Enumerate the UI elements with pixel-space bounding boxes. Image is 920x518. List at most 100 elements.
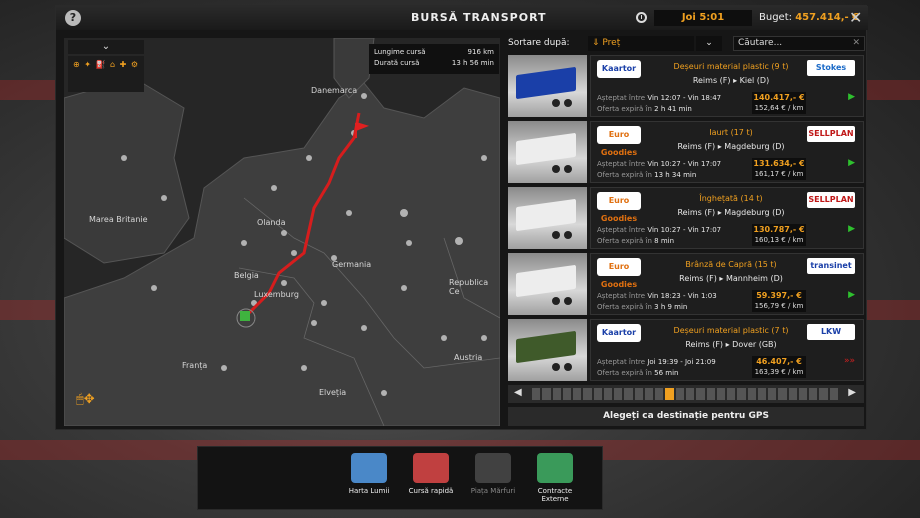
pager-cell[interactable] [788, 388, 797, 400]
price-per-km: 156,79 € / km [754, 302, 804, 310]
job-price: 130.787,- € 160,13 € / km [752, 224, 806, 246]
freight-window: ? BURSĂ TRANSPORT Joi 5:01 Buget: 457.41… [55, 5, 868, 430]
job-price: 59.397,- € 156,79 € / km [752, 290, 806, 312]
delivery-window: Vin 12:07 - Vin 18:47 [647, 94, 722, 102]
close-icon[interactable]: ✕ [849, 8, 862, 27]
pager-prev-icon[interactable]: ◀ [514, 387, 522, 398]
origin: Reims (F) [685, 340, 724, 349]
pager-cell[interactable] [603, 388, 613, 400]
pager-cell[interactable] [747, 388, 756, 400]
search-input[interactable]: Căutare... ✕ [733, 36, 865, 51]
expires-label: Oferta expiră în [597, 105, 652, 113]
dock-item[interactable]: Cursă rapidă [400, 453, 462, 495]
pager-cell[interactable] [727, 388, 736, 400]
pager-cell[interactable] [768, 388, 777, 400]
play-arrow-icon: ▶ [848, 92, 855, 102]
dock-item[interactable]: Contracte Externe [524, 453, 586, 503]
chevron-down-icon[interactable]: ⌄ [696, 36, 722, 51]
map-label-luxemburg: Luxemburg [254, 290, 299, 299]
origin: Reims (F) [692, 76, 731, 85]
price-total: 140.417,- € [753, 93, 805, 102]
pager-cell-active[interactable] [665, 388, 674, 400]
dock-item[interactable]: Piața Mărfuri [462, 453, 524, 495]
pager-cell[interactable] [706, 388, 715, 400]
pager-cell[interactable] [644, 388, 654, 400]
trailer-thumbnail [508, 319, 587, 381]
pager-cell[interactable] [583, 388, 592, 400]
route-map[interactable]: ⌄ ⊕ ✦ ⛽ ⌂ ✚ ⚙ Lungime cursă 916 km Durat… [64, 38, 500, 426]
job-price: 46.407,- € 163,39 € / km [752, 356, 806, 378]
pager-cell[interactable] [819, 388, 828, 400]
route-length-value: 916 km [467, 48, 494, 56]
chevron-down-icon[interactable]: ⌄ [68, 40, 144, 54]
play-arrow-icon: ▶ [848, 290, 855, 300]
trailer-thumbnail [508, 253, 587, 315]
price-per-km: 161,17 € / km [754, 170, 804, 178]
job-card[interactable]: Euro Goodies Brânză de Capră (15 t) tran… [508, 253, 864, 315]
pager-cell[interactable] [798, 388, 808, 400]
pager-cell[interactable] [778, 388, 787, 400]
destination-company-logo: SELLPLAN [807, 126, 855, 142]
bottom-dock: Harta Lumii Cursă rapidă Piața Mărfuri C… [197, 446, 603, 510]
source-company-logo: Kaartor [597, 324, 641, 342]
pager-cell[interactable] [716, 388, 726, 400]
job-card[interactable]: Euro Goodies Înghețată (14 t) SELLPLAN R… [508, 187, 864, 249]
sort-select[interactable]: ⇓ Preț [588, 36, 694, 51]
pager-cell[interactable] [809, 388, 818, 400]
pager-cell[interactable] [593, 388, 602, 400]
trailer-body [516, 66, 576, 100]
expires-label: Oferta expiră în [597, 171, 652, 179]
pager-cell[interactable] [532, 388, 541, 400]
pager-cell[interactable] [573, 388, 582, 400]
pager-cell[interactable] [757, 388, 767, 400]
window-title: BURSĂ TRANSPORT [411, 11, 547, 24]
help-icon[interactable]: ? [65, 10, 81, 26]
map-label-austria: Austria [454, 353, 483, 362]
price-per-km: 163,39 € / km [754, 368, 804, 376]
pager-cell[interactable] [696, 388, 705, 400]
route-length-label: Lungime cursă [374, 48, 426, 56]
map-filter-icons[interactable]: ⊕ ✦ ⛽ ⌂ ✚ ⚙ [68, 56, 144, 92]
map-label-belgia: Belgia [234, 271, 259, 280]
cargo-name: Iaurt (17 t) [709, 128, 753, 137]
clock-icon [636, 12, 647, 23]
expires-label: Oferta expiră în [597, 237, 652, 245]
trailer-body [516, 132, 576, 166]
pager-cell[interactable] [634, 388, 643, 400]
job-pager[interactable]: ◀ ▶ [508, 385, 864, 403]
job-card[interactable]: Kaartor Deșeuri material plastic (9 t) S… [508, 55, 864, 117]
mouse-pan-icon: 🖱✥ [76, 392, 95, 407]
pager-cell[interactable] [542, 388, 551, 400]
pager-track[interactable] [532, 388, 838, 400]
offer-expires: 56 min [654, 369, 679, 377]
job-info: Euro Goodies Brânză de Capră (15 t) tran… [590, 253, 864, 315]
quick-job-icon [413, 453, 449, 483]
job-card[interactable]: Kaartor Deșeuri material plastic (7 t) L… [508, 319, 864, 381]
dock-item[interactable]: Harta Lumii [338, 453, 400, 495]
pager-cell[interactable] [562, 388, 572, 400]
pager-cell[interactable] [829, 388, 838, 400]
origin: Reims (F) [677, 208, 716, 217]
play-arrow-icon: ▶ [848, 158, 855, 168]
pager-cell[interactable] [737, 388, 746, 400]
dock-item-label: Contracte Externe [537, 487, 573, 503]
map-label-franta: Franța [182, 361, 208, 370]
set-gps-destination-button[interactable]: Alegeți ca destinație pentru GPS [508, 407, 864, 426]
job-card[interactable]: Euro Goodies Iaurt (17 t) SELLPLAN Reims… [508, 121, 864, 183]
pager-cell[interactable] [655, 388, 664, 400]
pager-cell[interactable] [614, 388, 623, 400]
pager-next-icon[interactable]: ▶ [848, 387, 856, 398]
pager-cell[interactable] [685, 388, 695, 400]
pager-cell[interactable] [624, 388, 633, 400]
wheel [564, 165, 572, 173]
clear-search-icon[interactable]: ✕ [852, 37, 860, 50]
price-total: 59.397,- € [756, 291, 802, 300]
price-total: 46.407,- € [756, 357, 802, 366]
offer-expires: 2 h 41 min [654, 105, 692, 113]
job-route: Reims (F) ▸ Dover (GB) [651, 340, 811, 349]
job-times: Așteptat între Vin 10:27 - Vin 17:07 Ofe… [597, 225, 721, 247]
pager-cell[interactable] [675, 388, 684, 400]
cargo-name: Brânză de Capră (15 t) [685, 260, 777, 269]
wheel [552, 165, 560, 173]
pager-cell[interactable] [552, 388, 561, 400]
